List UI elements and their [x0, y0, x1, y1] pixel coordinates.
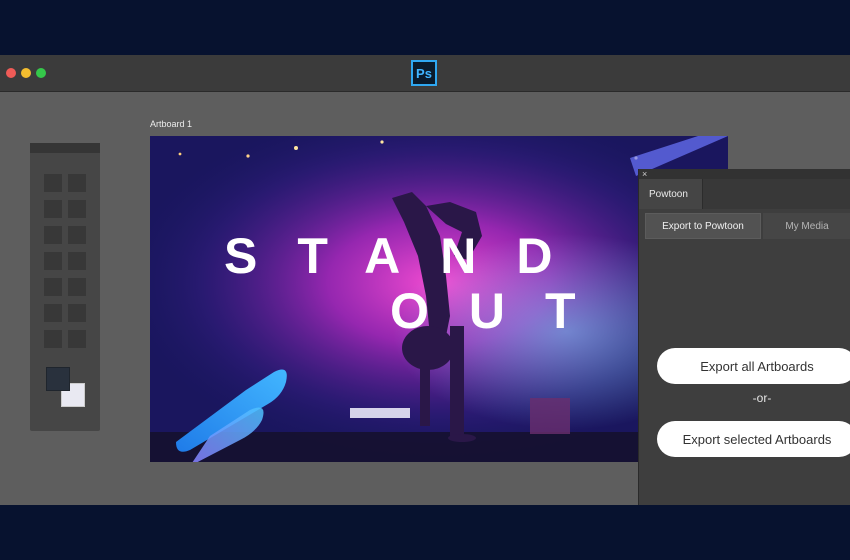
- tool-icon[interactable]: [68, 252, 86, 270]
- tool-icon[interactable]: [44, 252, 62, 270]
- tool-icon[interactable]: [44, 174, 62, 192]
- tool-icon[interactable]: [68, 278, 86, 296]
- minimize-window-button[interactable]: [21, 68, 31, 78]
- export-all-artboards-button[interactable]: Export all Artboards: [657, 348, 850, 384]
- tools-panel-header[interactable]: [30, 143, 100, 153]
- tool-icon[interactable]: [68, 304, 86, 322]
- tool-icon[interactable]: [68, 226, 86, 244]
- close-window-button[interactable]: [6, 68, 16, 78]
- headline-line-1: STAND: [224, 228, 593, 284]
- tool-icon[interactable]: [68, 174, 86, 192]
- panel-header-strip[interactable]: [639, 169, 850, 179]
- headline-line-2: OUT: [390, 283, 616, 339]
- tool-icon[interactable]: [44, 330, 62, 348]
- tool-icon[interactable]: [44, 278, 62, 296]
- tools-panel: [30, 143, 100, 431]
- tool-icon[interactable]: [44, 200, 62, 218]
- tab-my-media[interactable]: My Media: [763, 213, 850, 239]
- tab-export-to-powtoon[interactable]: Export to Powtoon: [645, 213, 761, 239]
- tab-powtoon[interactable]: Powtoon: [639, 179, 703, 209]
- foreground-color-swatch[interactable]: [46, 367, 70, 391]
- tool-icon[interactable]: [44, 226, 62, 244]
- tool-icon[interactable]: [44, 304, 62, 322]
- tool-icon[interactable]: [68, 330, 86, 348]
- close-panel-icon[interactable]: ×: [642, 169, 647, 179]
- photoshop-window: Ps Artboard 1 STAND OUT × Powtoon Export…: [0, 55, 850, 505]
- photoshop-logo-icon: Ps: [411, 60, 437, 86]
- title-bar: Ps: [0, 55, 850, 92]
- tool-icon[interactable]: [68, 200, 86, 218]
- panel-tab-strip: [703, 179, 850, 209]
- powtoon-panel: × Powtoon Export to Powtoon My Media Exp…: [638, 169, 850, 505]
- zoom-window-button[interactable]: [36, 68, 46, 78]
- artboard-label: Artboard 1: [150, 119, 193, 129]
- or-separator: -or-: [752, 391, 772, 405]
- export-selected-artboards-button[interactable]: Export selected Artboards: [657, 421, 850, 457]
